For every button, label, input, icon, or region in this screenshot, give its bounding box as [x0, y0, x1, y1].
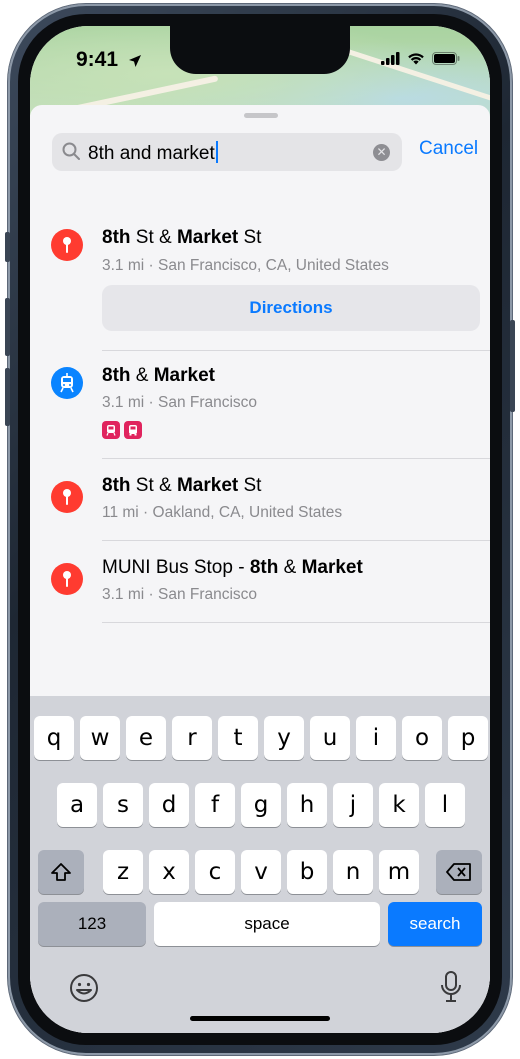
- search-input[interactable]: 8th and market: [88, 141, 218, 165]
- tram-badge-icon: [102, 421, 120, 439]
- result-subtitle: 3.1 mi · San Francisco, CA, United State…: [102, 257, 389, 274]
- key-x[interactable]: x: [149, 850, 189, 894]
- emoji-icon[interactable]: [68, 972, 100, 1004]
- key-i[interactable]: i: [356, 716, 396, 760]
- shift-icon: [51, 863, 71, 881]
- search-field[interactable]: 8th and market ✕: [52, 133, 402, 171]
- key-g[interactable]: g: [241, 783, 281, 827]
- key-c[interactable]: c: [195, 850, 235, 894]
- notch: [170, 26, 350, 74]
- cellular-signal-icon: [381, 52, 400, 65]
- search-key[interactable]: search: [388, 902, 482, 946]
- phone-frame: 9:41 8th and market ✕ Cancel 8th St & Ma…: [5, 4, 515, 1055]
- result-subtitle: 3.1 mi · San Francisco: [102, 586, 258, 603]
- key-l[interactable]: l: [425, 783, 465, 827]
- key-o[interactable]: o: [402, 716, 442, 760]
- result-subtitle: 3.1 mi · San Francisco: [102, 394, 258, 411]
- status-time: 9:41: [76, 48, 119, 71]
- map-pin-icon: [51, 229, 83, 261]
- map-pin-icon: [51, 563, 83, 595]
- key-s[interactable]: s: [103, 783, 143, 827]
- delete-key[interactable]: [436, 850, 482, 894]
- key-p[interactable]: p: [448, 716, 488, 760]
- result-row[interactable]: 8th & Market 3.1 mi · San Francisco: [30, 351, 490, 459]
- directions-button[interactable]: Directions: [102, 285, 480, 331]
- wifi-icon: [408, 53, 424, 65]
- mute-switch: [5, 232, 10, 262]
- result-subtitle: 11 mi · Oakland, CA, United States: [102, 504, 343, 521]
- volume-down-button: [5, 368, 10, 426]
- numbers-key[interactable]: 123: [38, 902, 146, 946]
- volume-up-button: [5, 298, 10, 356]
- key-w[interactable]: w: [80, 716, 120, 760]
- home-indicator[interactable]: [190, 1016, 330, 1021]
- space-key[interactable]: space: [154, 902, 380, 946]
- search-icon: [62, 142, 80, 160]
- key-y[interactable]: y: [264, 716, 304, 760]
- location-arrow-icon: [129, 55, 141, 67]
- divider: [102, 622, 490, 623]
- key-j[interactable]: j: [333, 783, 373, 827]
- screen: 9:41 8th and market ✕ Cancel 8th St & Ma…: [30, 26, 490, 1033]
- key-f[interactable]: f: [195, 783, 235, 827]
- result-title: 8th & Market: [102, 365, 215, 386]
- text-caret: [215, 141, 218, 163]
- clear-search-icon[interactable]: ✕: [373, 144, 390, 161]
- result-row[interactable]: MUNI Bus Stop - 8th & Market 3.1 mi · Sa…: [30, 541, 490, 623]
- microphone-icon[interactable]: [440, 970, 462, 1004]
- result-title: 8th St & Market St: [102, 227, 262, 248]
- key-v[interactable]: v: [241, 850, 281, 894]
- key-d[interactable]: d: [149, 783, 189, 827]
- key-n[interactable]: n: [333, 850, 373, 894]
- map-pin-icon: [51, 481, 83, 513]
- backspace-icon: [446, 863, 471, 881]
- tram-icon: [51, 367, 83, 399]
- key-k[interactable]: k: [379, 783, 419, 827]
- key-z[interactable]: z: [103, 850, 143, 894]
- key-h[interactable]: h: [287, 783, 327, 827]
- sheet-grabber[interactable]: [244, 113, 278, 118]
- key-q[interactable]: q: [34, 716, 74, 760]
- key-m[interactable]: m: [379, 850, 419, 894]
- key-t[interactable]: t: [218, 716, 258, 760]
- cancel-button[interactable]: Cancel: [419, 138, 478, 160]
- key-e[interactable]: e: [126, 716, 166, 760]
- battery-icon: [432, 52, 460, 65]
- bus-badge-icon: [124, 421, 142, 439]
- status-icons: [381, 52, 460, 65]
- result-title: 8th St & Market St: [102, 475, 262, 496]
- keyboard: 123 space search qwertyuiop asdfghjkl zxcv…: [30, 696, 490, 1033]
- key-u[interactable]: u: [310, 716, 350, 760]
- key-r[interactable]: r: [172, 716, 212, 760]
- key-a[interactable]: a: [57, 783, 97, 827]
- search-query: 8th and market: [88, 143, 215, 164]
- result-title: MUNI Bus Stop - 8th & Market: [102, 557, 363, 578]
- side-button: [510, 320, 515, 412]
- transit-badges: [102, 421, 142, 439]
- shift-key[interactable]: [38, 850, 84, 894]
- result-row[interactable]: 8th St & Market St 11 mi · Oakland, CA, …: [30, 459, 490, 541]
- key-b[interactable]: b: [287, 850, 327, 894]
